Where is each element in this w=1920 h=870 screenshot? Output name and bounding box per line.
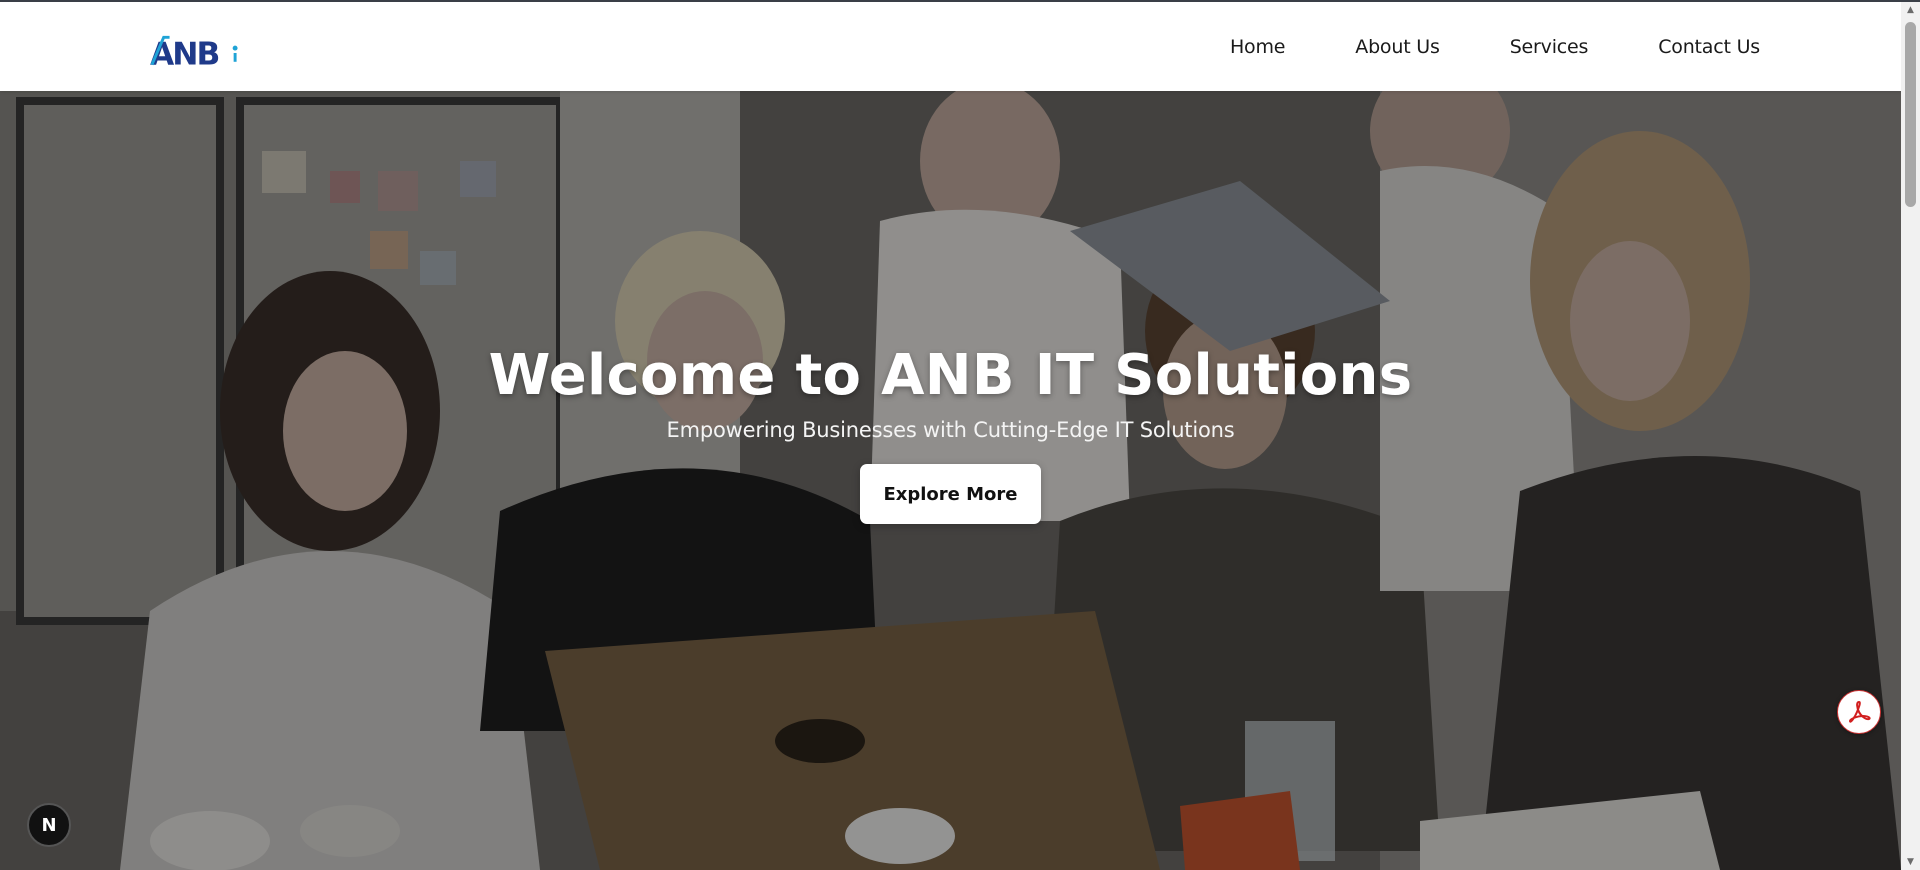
- dev-indicator-badge[interactable]: N: [27, 803, 71, 847]
- nav-about-us[interactable]: About Us: [1355, 36, 1440, 58]
- hero-title: Welcome to ANB IT Solutions: [488, 343, 1413, 408]
- page-scrollbar[interactable]: ▲ ▼: [1901, 2, 1920, 870]
- anb-logo-icon: ANB: [150, 35, 238, 70]
- scroll-thumb[interactable]: [1905, 22, 1916, 207]
- hero-section: Welcome to ANB IT Solutions Empowering B…: [0, 91, 1901, 870]
- dev-indicator-letter: N: [41, 814, 57, 836]
- main-nav: Home About Us Services Contact Us: [1230, 36, 1760, 58]
- scroll-up-arrow-icon[interactable]: ▲: [1901, 2, 1920, 18]
- hero-subtitle: Empowering Businesses with Cutting-Edge …: [666, 418, 1235, 442]
- site-header: ANB Home About Us Services Contact Us: [0, 2, 1901, 91]
- pdf-icon: [1849, 701, 1871, 723]
- explore-more-button[interactable]: Explore More: [860, 464, 1041, 524]
- scroll-down-arrow-icon[interactable]: ▼: [1901, 854, 1920, 870]
- nav-home[interactable]: Home: [1230, 36, 1286, 58]
- pdf-download-button[interactable]: [1837, 690, 1881, 734]
- hero-content: Welcome to ANB IT Solutions Empowering B…: [0, 91, 1901, 870]
- site-logo[interactable]: ANB: [150, 30, 240, 70]
- nav-services[interactable]: Services: [1510, 36, 1589, 58]
- nav-contact-us[interactable]: Contact Us: [1658, 36, 1760, 58]
- browser-top-edge: [0, 0, 1920, 2]
